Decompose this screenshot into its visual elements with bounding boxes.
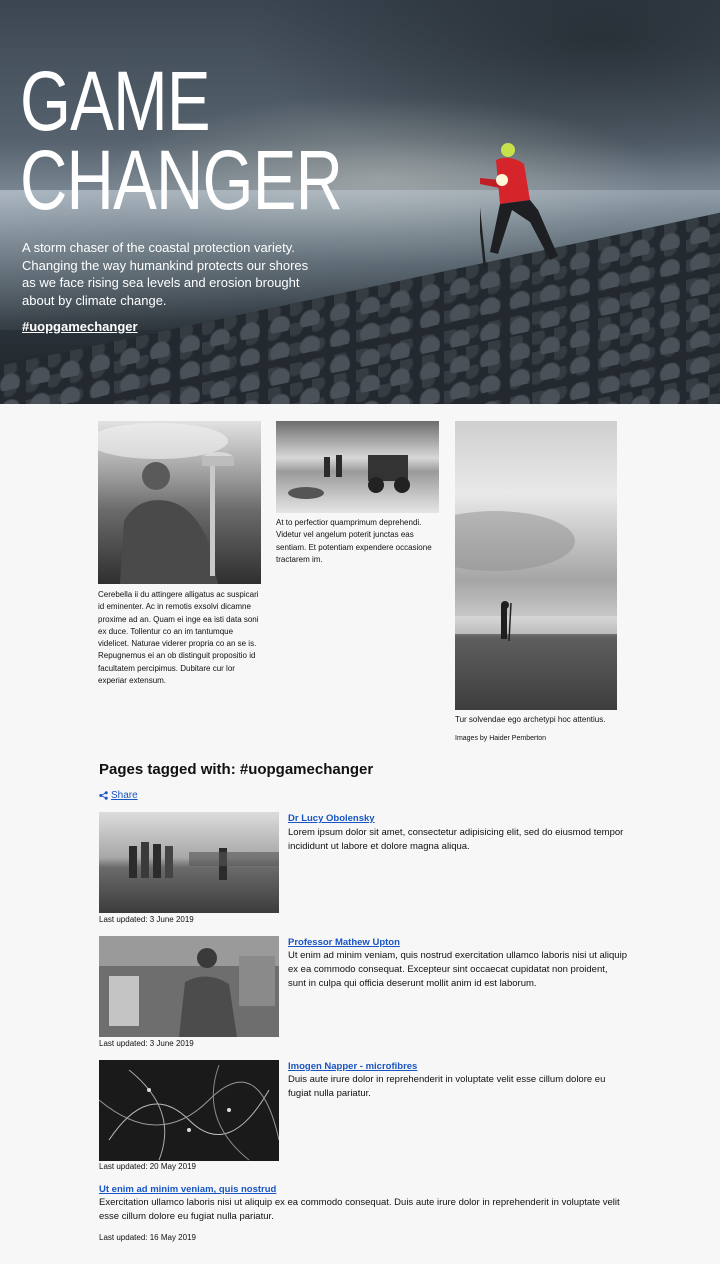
gallery-caption-2: At to perfectior quamprimum deprehendi. … xyxy=(276,518,432,564)
tagged-item-1-title[interactable]: Dr Lucy Obolensky xyxy=(288,813,375,824)
share-link[interactable]: Share xyxy=(99,790,138,801)
hero-title-line2: CHANGER xyxy=(20,133,343,227)
tagged-item-3-updated: Last updated: 20 May 2019 xyxy=(99,1162,196,1171)
tagged-item-1-text: Lorem ipsum dolor sit amet, consectetur … xyxy=(288,827,624,852)
share-label: Share xyxy=(111,790,138,801)
hero-banner: GAME CHANGER A storm chaser of the coast… xyxy=(0,0,720,404)
gallery-image-beach-vehicle xyxy=(276,421,439,513)
hero-description: A storm chaser of the coastal protection… xyxy=(22,240,309,308)
hero-hashtag-link[interactable]: #uopgamechanger xyxy=(22,319,138,334)
tagged-item-4-text: Exercitation ullamco laboris nisi ut ali… xyxy=(99,1197,620,1222)
tagged-item-1-updated: Last updated: 3 June 2019 xyxy=(99,915,194,924)
tagged-item-3-text: Duis aute irure dolor in reprehenderit i… xyxy=(288,1074,606,1099)
gallery-image-surveyor-portrait xyxy=(98,421,261,584)
share-icon xyxy=(99,791,108,800)
tagged-item-4-title[interactable]: Ut enim ad minim veniam, quis nostrud xyxy=(99,1184,276,1195)
tagged-item-4-updated: Last updated: 16 May 2019 xyxy=(99,1233,196,1242)
tagged-item-3-title[interactable]: Imogen Napper - microfibres xyxy=(288,1061,417,1072)
tagged-pages-heading: Pages tagged with: #uopgamechanger xyxy=(99,761,374,778)
hero-title: GAME CHANGER xyxy=(20,59,343,222)
gallery-image-stormy-shore xyxy=(455,421,617,710)
gallery-caption-3: Tur solvendae ego archetypi hoc attentiu… xyxy=(455,715,606,724)
hero-person-image xyxy=(480,143,558,269)
gallery-caption-1: Cerebella ii du attingere alligatus ac s… xyxy=(98,590,259,686)
tagged-item-2-updated: Last updated: 3 June 2019 xyxy=(99,1039,194,1048)
tagged-item-2-title[interactable]: Professor Mathew Upton xyxy=(288,937,400,948)
tagged-item-1-image[interactable] xyxy=(99,812,279,913)
tagged-item-2-image[interactable] xyxy=(99,936,279,1037)
image-credit: Images by Haider Pemberton xyxy=(455,735,547,742)
tagged-item-3-image[interactable] xyxy=(99,1060,279,1161)
tagged-item-2-text: Ut enim ad minim veniam, quis nostrud ex… xyxy=(288,950,627,989)
